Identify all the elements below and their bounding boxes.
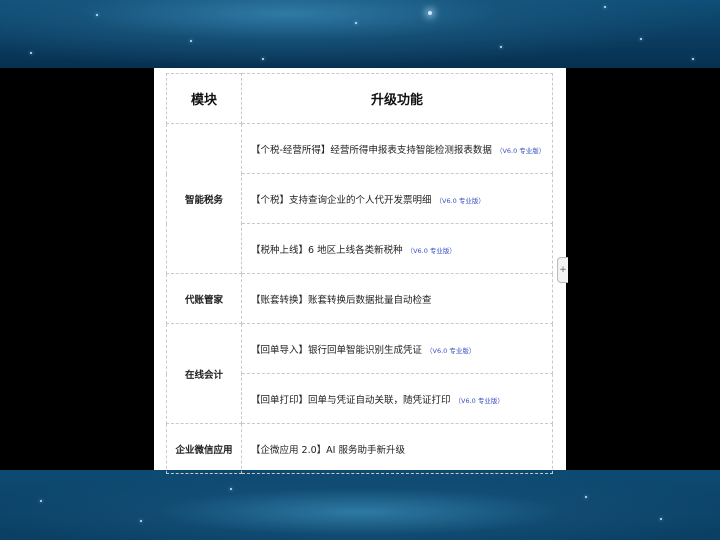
star xyxy=(604,6,606,8)
feature-text: 【税种上线】6 地区上线各类新税种 xyxy=(251,244,403,256)
feature-cell: 【企微应用 2.0】AI 服务助手新升级 xyxy=(241,423,553,474)
table-body: 智能税务 【个税-经营所得】经营所得申报表支持智能检测报表数据 （V6.0 专业版）… xyxy=(166,123,553,474)
feature-column-header: 升级功能 xyxy=(241,73,553,124)
upgrade-table: 模块 升级功能 智能税务 【个税-经营所得】经营所得申报表支持智能检测报表数据 （V… xyxy=(166,73,553,474)
table-row: 代账管家 【账套转换】账套转换后数据批量自动检查 xyxy=(166,273,553,324)
version-tag: （V6.0 专业版） xyxy=(426,346,476,355)
feature-text: 【个税-经营所得】经营所得申报表支持智能检测报表数据 xyxy=(251,144,492,156)
version-tag: （V6.0 专业版） xyxy=(406,246,456,255)
version-tag: （V6.0 专业版） xyxy=(454,396,504,405)
feature-cell: 【个税-经营所得】经营所得申报表支持智能检测报表数据 （V6.0 专业版） xyxy=(241,123,553,174)
star xyxy=(692,58,694,60)
feature-cell: 【回单打印】回单与凭证自动关联，随凭证打印 （V6.0 专业版） xyxy=(241,373,553,424)
starfield-background-top xyxy=(0,0,720,68)
version-tag: （V6.0 专业版） xyxy=(495,146,546,155)
star xyxy=(230,488,232,490)
feature-cell: 【回单导入】银行回单智能识别生成凭证 （V6.0 专业版） xyxy=(241,323,553,374)
table-row: 智能税务 【个税-经营所得】经营所得申报表支持智能检测报表数据 （V6.0 专业版） xyxy=(166,123,553,274)
document-page: 模块 升级功能 智能税务 【个税-经营所得】经营所得申报表支持智能检测报表数据 （V… xyxy=(154,68,566,474)
feature-text: 【回单打印】回单与凭证自动关联，随凭证打印 xyxy=(251,394,451,406)
feature-text: 【个税】支持查询企业的个人代开发票明细 xyxy=(251,194,432,206)
feature-text: 【账套转换】账套转换后数据批量自动检查 xyxy=(251,294,432,306)
table-header-row: 模块 升级功能 xyxy=(166,73,553,124)
star xyxy=(660,518,662,520)
star xyxy=(585,496,587,498)
module-cell: 在线会计 xyxy=(166,323,242,424)
feature-cell: 【个税】支持查询企业的个人代开发票明细 （V6.0 专业版） xyxy=(241,173,553,224)
feature-cell: 【账套转换】账套转换后数据批量自动检查 xyxy=(241,273,553,324)
star xyxy=(140,520,142,522)
module-cell: 企业微信应用 xyxy=(166,423,242,474)
star xyxy=(355,22,357,24)
star xyxy=(500,46,502,48)
star xyxy=(640,38,642,40)
module-cell: 智能税务 xyxy=(166,123,242,274)
module-column-header: 模块 xyxy=(166,73,242,124)
star xyxy=(190,40,192,42)
plus-glyph: + xyxy=(559,265,567,275)
version-tag: （V6.0 专业版） xyxy=(435,196,485,205)
star xyxy=(96,14,98,16)
starfield-background-bottom xyxy=(0,470,720,540)
table-row: 企业微信应用 【企微应用 2.0】AI 服务助手新升级 xyxy=(166,423,553,474)
table-row: 在线会计 【回单导入】银行回单智能识别生成凭证 （V6.0 专业版） xyxy=(166,323,553,424)
star xyxy=(262,58,264,60)
feature-text: 【企微应用 2.0】AI 服务助手新升级 xyxy=(251,444,405,456)
star xyxy=(428,11,432,15)
feature-text: 【回单导入】银行回单智能识别生成凭证 xyxy=(251,344,423,356)
star xyxy=(30,52,32,54)
module-cell: 代账管家 xyxy=(166,273,242,324)
feature-cell: 【税种上线】6 地区上线各类新税种 （V6.0 专业版） xyxy=(241,223,553,274)
star xyxy=(40,500,42,502)
plus-icon[interactable]: + xyxy=(557,257,568,283)
